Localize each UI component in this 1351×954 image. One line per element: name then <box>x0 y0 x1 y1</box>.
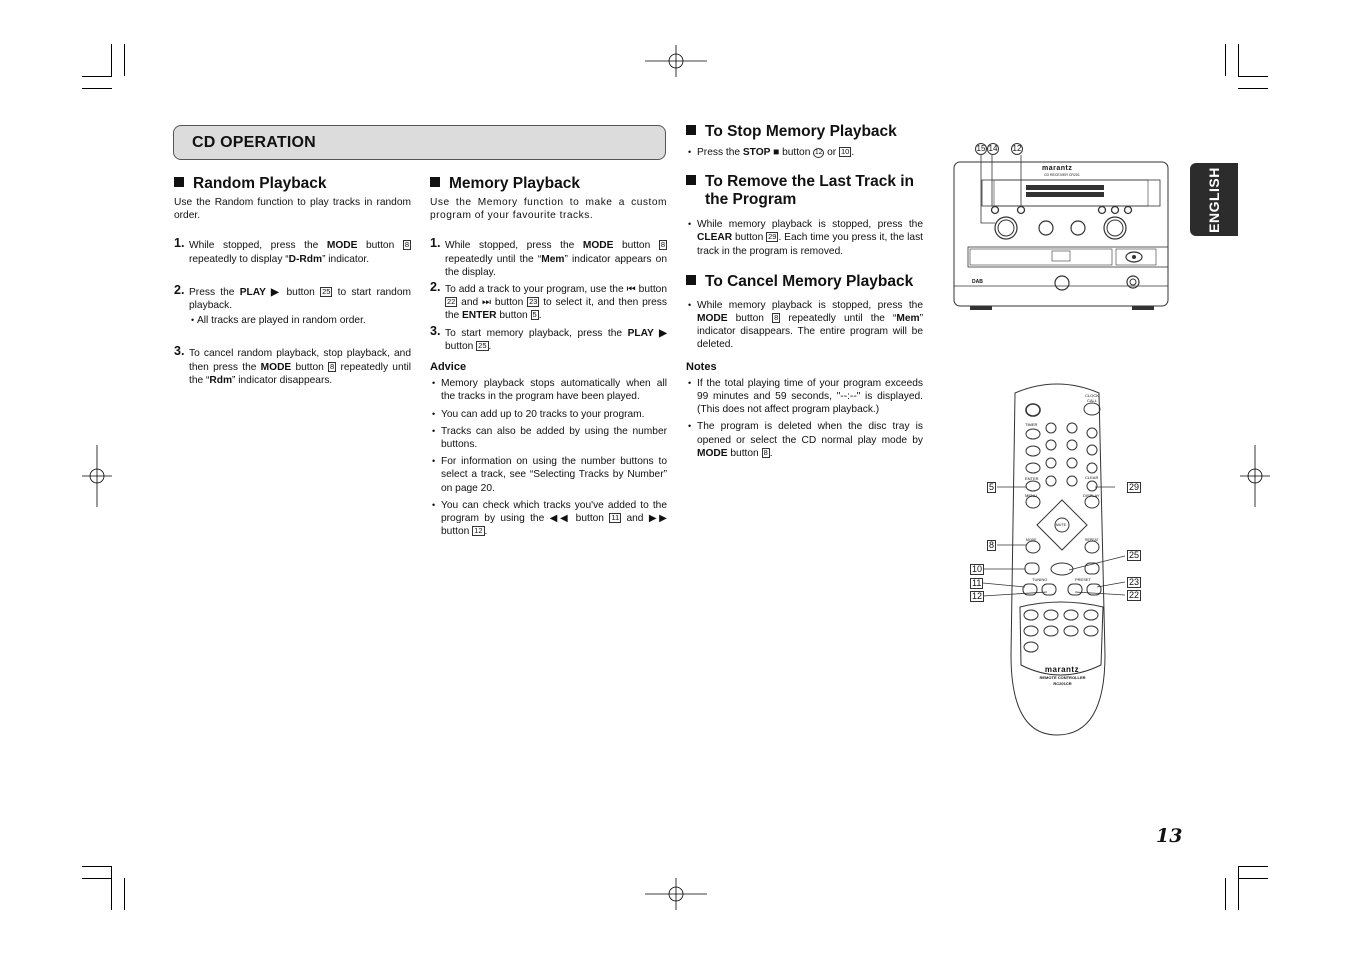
advice-item: Memory playback stops automatically when… <box>430 377 667 403</box>
unit-model-label: CD RECEIVER CR201 <box>1044 173 1080 177</box>
remote-mute-label: MUTE <box>1056 523 1066 527</box>
remote-controller-label: REMOTE CONTROLLER <box>1039 675 1086 680</box>
callout-5: 5 <box>987 482 997 493</box>
ref-badge: 12 <box>813 148 825 158</box>
random-playback-section: Random Playback Use the Random function … <box>174 175 411 387</box>
remote-drawing <box>982 383 1126 736</box>
ref-badge: 22 <box>445 297 458 308</box>
random-step-1: 1. While stopped, press the MODE button … <box>174 236 411 265</box>
square-bullet-icon <box>174 177 184 187</box>
registration-mark-bottom <box>645 878 707 910</box>
ref-badge: 12 <box>472 526 485 537</box>
callout-29: 29 <box>1127 482 1142 493</box>
remote-tuning-label: TUNING <box>1032 577 1048 582</box>
remote-preset-label: PRESET <box>1075 577 1092 582</box>
remote-timer-label: TIMER <box>1025 422 1038 427</box>
remote-menu-label: MENU <box>1025 493 1037 498</box>
random-step-3: 3. To cancel random playback, stop playb… <box>174 344 411 386</box>
ref-badge: 25 <box>476 340 489 351</box>
remote-clock-call-label: CLOCK CALL <box>1085 393 1099 403</box>
registration-mark-left <box>82 445 112 507</box>
memory-control-section: To Stop Memory Playback Press the STOP ■… <box>686 123 923 460</box>
remote-clear-label: CLEAR <box>1085 475 1099 480</box>
unit-brand-logo: marantz <box>1042 165 1073 172</box>
remote-display-label: DISPLAY <box>1083 493 1100 498</box>
callout-12: 12 <box>970 591 985 602</box>
remote-brand-logo: marantz <box>1044 665 1080 674</box>
ref-badge: 25 <box>320 286 333 297</box>
memory-intro: Use the Memory function to make a custom… <box>430 197 667 222</box>
ref-badge: 8 <box>658 240 667 251</box>
advice-item: For information on using the number butt… <box>430 455 667 495</box>
remote-repeat-label: REPEAT <box>1085 538 1099 542</box>
notes-heading: Notes <box>686 360 717 373</box>
advice-heading: Advice <box>430 361 467 374</box>
ref-badge: 5 <box>530 310 539 321</box>
stop-memory-text: Press the STOP ■ button 12 or 10. <box>686 146 923 159</box>
cancel-memory-heading: To Cancel Memory Playback <box>686 273 923 291</box>
callout-10: 10 <box>970 564 985 575</box>
memory-step-3: 3. To start memory playback, press the P… <box>430 323 667 352</box>
remote-mode-label: MODE <box>1026 538 1037 542</box>
note-item: The program is deleted when the disc tra… <box>686 420 923 460</box>
callout-23: 23 <box>1127 577 1142 588</box>
stop-memory-heading: To Stop Memory Playback <box>686 123 923 141</box>
ref-badge: 10 <box>838 147 852 157</box>
memory-step-2: 2. To add a track to your program, use t… <box>430 280 667 322</box>
callout-25: 25 <box>1127 550 1142 561</box>
ref-badge: 8 <box>761 447 770 458</box>
callout-8: 8 <box>987 540 997 551</box>
ref-badge: 8 <box>402 240 411 251</box>
memory-playback-section: Memory Playback Use the Memory function … <box>430 175 667 538</box>
ref-badge: 23 <box>527 297 540 308</box>
random-playback-heading: Random Playback <box>174 175 411 193</box>
page-number: 13 <box>1156 825 1183 847</box>
section-title: CD OPERATION <box>192 134 316 151</box>
section-title-bar: CD OPERATION <box>173 125 666 160</box>
ref-badge: 8 <box>772 313 781 324</box>
callout-22: 22 <box>1127 590 1142 601</box>
note-item: If the total playing time of your progra… <box>686 377 923 417</box>
language-tab: ENGLISH <box>1190 163 1238 236</box>
cancel-memory-text: While memory playback is stopped, press … <box>686 299 923 352</box>
random-step-2: 2. Press the PLAY ▶ button 25 to start r… <box>174 283 411 328</box>
remote-enter-label: ENTER <box>1025 476 1039 481</box>
remove-last-track-text: While memory playback is stopped, press … <box>686 218 923 258</box>
square-bullet-icon <box>430 177 440 187</box>
square-bullet-icon <box>686 274 696 285</box>
remote-model-label: RC201CR <box>1053 681 1072 686</box>
random-intro: Use the Random function to play tracks i… <box>174 197 411 222</box>
dab-badge: DAB <box>972 279 983 285</box>
random-step-2-note: All tracks are played in random order. <box>189 314 411 327</box>
square-bullet-icon <box>686 175 696 186</box>
advice-item: Tracks can also be added by using the nu… <box>430 425 667 451</box>
advice-item: You can add up to 20 tracks to your prog… <box>430 408 667 421</box>
registration-mark-top <box>645 45 707 77</box>
remove-last-track-heading: To Remove the Last Track in the Program <box>686 173 923 209</box>
memory-playback-heading: Memory Playback <box>430 175 667 193</box>
advice-item: You can check which tracks you've added … <box>430 499 667 539</box>
callout-11: 11 <box>970 578 984 589</box>
square-bullet-icon <box>686 125 696 135</box>
remote-control-diagram: 5 8 10 11 12 29 25 23 22 CLOCK CALL TIME… <box>965 375 1150 755</box>
unit-front-panel-diagram: 15 14 12 marantz CD RECEIVER CR201 DAB <box>950 140 1175 315</box>
registration-mark-right <box>1240 445 1270 507</box>
ref-badge: 8 <box>328 361 337 372</box>
ref-badge: 29 <box>766 232 779 243</box>
memory-step-1: 1. While stopped, press the MODE button … <box>430 236 667 278</box>
ref-badge: 11 <box>609 513 622 524</box>
